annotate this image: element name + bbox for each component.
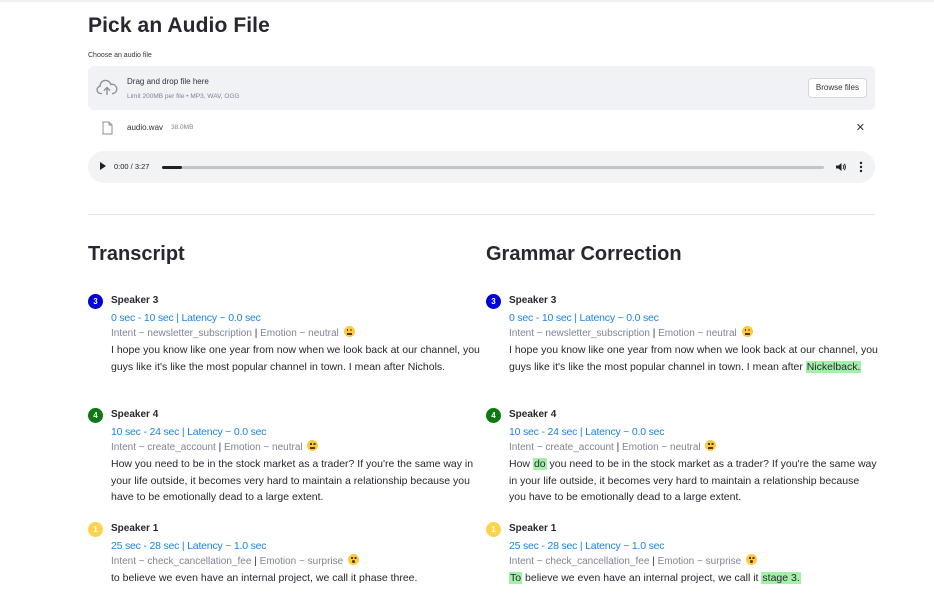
more-options-icon[interactable]: [859, 160, 863, 174]
uploaded-file-row: audio.wav 38.0MB ✕: [88, 118, 875, 140]
intent-label: Intent ~ create_account: [509, 442, 614, 453]
timing-line: 25 sec - 28 sec | Latency ~ 1.0 sec: [111, 540, 267, 552]
speaker-name: Speaker 3: [509, 295, 557, 306]
progress-bar[interactable]: [162, 166, 824, 169]
correction-highlight: do: [532, 458, 547, 470]
corrected-text: To believe we even have an internal proj…: [509, 570, 886, 587]
transcript-text: to believe we even have an internal proj…: [111, 572, 418, 584]
speaker-badge: 4: [88, 408, 103, 423]
meta-line: Intent ~ check_cancellation_fee | Emotio…: [111, 554, 488, 570]
speaker-badge: 3: [486, 294, 501, 309]
transcript-entry: 4 Speaker 4 10 sec - 24 sec | Latency ~ …: [88, 407, 488, 506]
top-bar: [0, 0, 934, 2]
transcript-entry: 1 Speaker 1 25 sec - 28 sec | Latency ~ …: [88, 521, 488, 587]
intent-label: Intent ~ check_cancellation_fee: [509, 556, 650, 567]
corrected-text: How do you need to be in the stock marke…: [509, 456, 878, 506]
corrected-text: I hope you know like one year from now w…: [509, 342, 886, 375]
transcript-title: Transcript: [88, 243, 185, 265]
section-divider: [88, 214, 875, 215]
dropzone-limit: Limit 200MB per file • MP3, WAV, OGG: [127, 93, 240, 100]
speaker-name: Speaker 4: [111, 409, 159, 420]
intent-label: Intent ~ create_account: [111, 442, 216, 453]
remove-file-icon[interactable]: ✕: [856, 122, 865, 134]
neutral-face-icon: [343, 326, 355, 337]
time-display: 0:00 / 3:27: [114, 162, 150, 171]
play-icon[interactable]: [100, 162, 106, 170]
meta-line: Intent ~ check_cancellation_fee | Emotio…: [509, 554, 886, 570]
file-dropzone[interactable]: Drag and drop file here Limit 200MB per …: [88, 66, 875, 110]
speaker-name: Speaker 3: [111, 295, 159, 306]
correction-highlight: Nickelback.: [805, 360, 862, 373]
emotion-label: Emotion ~ surprise: [657, 556, 742, 567]
emotion-label: Emotion ~ neutral: [260, 328, 339, 339]
audio-player: 0:00 / 3:27: [88, 151, 875, 183]
text-segment: believe we even have an internal project…: [522, 572, 762, 584]
file-size: 38.0MB: [171, 124, 194, 131]
surprised-face-icon: [348, 554, 359, 565]
transcript-text: I hope you know like one year from now w…: [111, 344, 480, 373]
browse-files-button[interactable]: Browse files: [807, 78, 867, 98]
neutral-face-icon: [741, 326, 753, 337]
intent-label: Intent ~ check_cancellation_fee: [111, 556, 252, 567]
correction-highlight: To: [509, 572, 523, 584]
speaker-badge: 3: [88, 294, 103, 309]
speaker-badge: 1: [486, 522, 501, 537]
file-icon: [102, 121, 113, 135]
grammar-title: Grammar Correction: [486, 243, 682, 265]
timing-line: 0 sec - 10 sec | Latency ~ 0.0 sec: [111, 312, 261, 324]
neutral-face-icon: [307, 440, 319, 451]
emotion-label: Emotion ~ surprise: [259, 556, 344, 567]
emotion-label: Emotion ~ neutral: [621, 442, 701, 453]
speaker-badge: 4: [486, 408, 501, 423]
meta-line: Intent ~ create_account | Emotion ~ neut…: [509, 440, 878, 456]
speaker-name: Speaker 1: [509, 523, 557, 534]
neutral-face-icon: [705, 440, 717, 451]
meta-line: Intent ~ newsletter_subscription | Emoti…: [509, 326, 886, 342]
emotion-label: Emotion ~ neutral: [223, 442, 303, 453]
speaker-name: Speaker 1: [111, 523, 159, 534]
surprised-face-icon: [746, 554, 757, 565]
correction-highlight: stage 3.: [761, 572, 801, 584]
speaker-name: Speaker 4: [509, 409, 557, 420]
intent-label: Intent ~ newsletter_subscription: [111, 328, 252, 339]
page-title: Pick an Audio File: [88, 14, 270, 37]
transcript-entry: 3 Speaker 3 0 sec - 10 sec | Latency ~ 0…: [88, 293, 488, 375]
transcript-text: How you need to be in the stock market a…: [111, 458, 474, 503]
text-segment: you need to be in the stock market as a …: [509, 458, 877, 503]
meta-line: Intent ~ newsletter_subscription | Emoti…: [111, 326, 488, 342]
uploader-label: Choose an audio file: [88, 52, 152, 59]
grammar-entry: 3 Speaker 3 0 sec - 10 sec | Latency ~ 0…: [486, 293, 886, 375]
timing-line: 25 sec - 28 sec | Latency ~ 1.0 sec: [509, 540, 665, 552]
file-name: audio.wav: [127, 123, 164, 132]
meta-line: Intent ~ create_account | Emotion ~ neut…: [111, 440, 488, 456]
timing-line: 10 sec - 24 sec | Latency ~ 0.0 sec: [509, 426, 665, 438]
intent-label: Intent ~ newsletter_subscription: [509, 328, 650, 339]
grammar-entry: 4 Speaker 4 10 sec - 24 sec | Latency ~ …: [486, 407, 878, 506]
grammar-entry: 1 Speaker 1 25 sec - 28 sec | Latency ~ …: [486, 521, 886, 587]
cloud-upload-icon: [96, 79, 118, 96]
text-segment: How: [509, 458, 533, 470]
emotion-label: Emotion ~ neutral: [658, 328, 737, 339]
speaker-badge: 1: [88, 522, 103, 537]
volume-icon[interactable]: [835, 161, 847, 173]
timing-line: 0 sec - 10 sec | Latency ~ 0.0 sec: [509, 312, 659, 324]
progress-fill: [162, 166, 182, 169]
timing-line: 10 sec - 24 sec | Latency ~ 0.0 sec: [111, 426, 267, 438]
dropzone-title: Drag and drop file here: [127, 77, 209, 86]
